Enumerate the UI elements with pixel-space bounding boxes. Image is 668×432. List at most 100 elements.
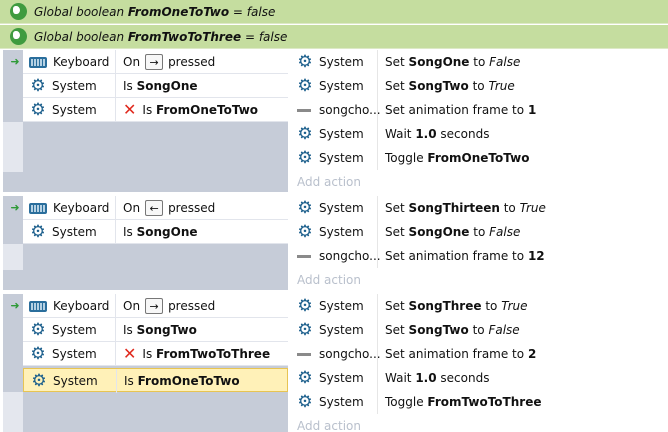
action-variable: SongThree (408, 299, 482, 313)
action-row[interactable]: songcho... Set animation frame to 2 (290, 342, 668, 366)
action-row[interactable]: ⚙ System Wait 1.0 seconds (290, 366, 668, 390)
condition-variable: SongOne (136, 79, 198, 93)
condition-text: pressed (168, 201, 216, 215)
global-var-name: FromOneToTwo (127, 4, 230, 19)
action-value: 1 (527, 103, 537, 117)
gear-icon: ⚙ (297, 320, 313, 340)
condition-text: On (123, 299, 141, 313)
add-action-link[interactable]: Add action (290, 268, 668, 292)
action-text: to (472, 323, 485, 337)
gear-icon: ⚙ (297, 76, 313, 96)
sprite-icon (297, 352, 311, 356)
action-row[interactable]: songcho... Set animation frame to 1 (290, 98, 668, 122)
condition-row-selected[interactable]: ⚙ System Is FromOneToTwo (23, 368, 288, 393)
condition-object: System (52, 225, 97, 239)
condition-row[interactable]: Keyboard On → pressed (23, 50, 288, 74)
action-row[interactable]: ⚙ System Toggle FromTwoToThree (290, 390, 668, 414)
action-object: System (319, 151, 364, 165)
action-row[interactable]: ⚙ System Set SongThirteen to True (290, 196, 668, 220)
action-object: songcho... (319, 347, 381, 361)
add-action-link[interactable]: Add action (290, 170, 668, 194)
action-row[interactable]: ⚙ System Set SongTwo to True (290, 74, 668, 98)
gear-icon: ⚙ (30, 222, 46, 242)
action-text: seconds (440, 127, 490, 141)
condition-text: Is (142, 347, 153, 361)
gear-icon: ⚙ (30, 344, 46, 364)
condition-variable: FromTwoToThree (156, 347, 271, 361)
action-variable: FromTwoToThree (427, 395, 542, 409)
gear-icon: ⚙ (297, 392, 313, 412)
condition-row[interactable]: ⚙ System Is SongOne (23, 220, 288, 244)
condition-object: System (53, 374, 98, 388)
action-text: Set (385, 79, 405, 93)
globe-icon (10, 3, 27, 20)
action-text: Set animation frame to (385, 103, 525, 117)
keyboard-icon (29, 202, 47, 214)
action-text: Set (385, 201, 405, 215)
action-row[interactable]: ⚙ System Set SongTwo to False (290, 318, 668, 342)
event-block[interactable]: ➜ Keyboard On ← pressed ⚙ System Is SongOne… (0, 196, 668, 290)
condition-row[interactable]: Keyboard On → pressed (23, 294, 288, 318)
condition-row[interactable]: ⚙ System ✕ Is FromTwoToThree (23, 342, 288, 366)
event-block[interactable]: ➜ Keyboard On → pressed ⚙ System Is SongTwo… (0, 294, 668, 432)
condition-row[interactable]: Keyboard On ← pressed (23, 196, 288, 220)
condition-variable: FromOneToTwo (156, 103, 259, 117)
action-text: to (473, 225, 486, 239)
event-margin (3, 244, 23, 270)
action-value: 1.0 (415, 371, 437, 385)
action-object: System (319, 299, 364, 313)
keyboard-icon (29, 300, 47, 312)
action-text: to (485, 299, 498, 313)
gear-icon: ⚙ (31, 371, 47, 391)
action-object: System (319, 127, 364, 141)
condition-row[interactable]: ⚙ System ✕ Is FromOneToTwo (23, 98, 288, 122)
action-text: Toggle (385, 151, 424, 165)
action-text: Set animation frame to (385, 249, 525, 263)
action-row[interactable]: ⚙ System Wait 1.0 seconds (290, 122, 668, 146)
condition-row[interactable]: ⚙ System Is SongOne (23, 74, 288, 98)
action-value: True (488, 79, 515, 93)
action-object: System (319, 79, 364, 93)
condition-text: Is (123, 225, 133, 239)
action-variable: SongTwo (408, 79, 469, 93)
key-arrow: → (145, 298, 164, 314)
action-text: Set (385, 225, 405, 239)
action-text: Set (385, 55, 405, 69)
gear-icon: ⚙ (297, 296, 313, 316)
action-object: System (319, 225, 364, 239)
condition-row[interactable]: ⚙ System Is SongTwo (23, 318, 288, 342)
action-row[interactable]: ⚙ System Toggle FromOneToTwo (290, 146, 668, 170)
condition-object: Keyboard (53, 201, 110, 215)
action-variable: FromOneToTwo (427, 151, 530, 165)
invert-x-icon: ✕ (123, 344, 137, 363)
condition-text: On (123, 55, 141, 69)
action-row[interactable]: songcho... Set animation frame to 12 (290, 244, 668, 268)
action-object: System (319, 323, 364, 337)
action-text: to (473, 55, 486, 69)
action-row[interactable]: ⚙ System Set SongOne to False (290, 50, 668, 74)
action-row[interactable]: ⚙ System Set SongOne to False (290, 220, 668, 244)
action-text: seconds (440, 371, 490, 385)
action-text: to (472, 79, 485, 93)
gear-icon: ⚙ (297, 52, 313, 72)
condition-text: Is (123, 79, 133, 93)
add-action-link[interactable]: Add action (290, 414, 668, 432)
condition-object: System (52, 79, 97, 93)
global-variable-row[interactable]: Global boolean FromOneToTwo = false (0, 0, 668, 24)
condition-text: Is (124, 374, 134, 388)
action-value: True (501, 299, 528, 313)
key-arrow: ← (145, 200, 164, 216)
gear-icon: ⚙ (297, 222, 313, 242)
gear-icon: ⚙ (30, 76, 46, 96)
event-block[interactable]: ➜ Keyboard On → pressed ⚙ System Is SongOne… (0, 50, 668, 192)
action-text: Set (385, 323, 405, 337)
action-text: Toggle (385, 395, 424, 409)
gear-icon: ⚙ (297, 198, 313, 218)
action-row[interactable]: ⚙ System Set SongThree to True (290, 294, 668, 318)
key-arrow: → (145, 54, 164, 70)
condition-object: System (52, 347, 97, 361)
global-variable-row[interactable]: Global boolean FromTwoToThree = false (0, 25, 668, 49)
global-var-value: = false (232, 4, 276, 19)
action-object: songcho... (319, 249, 381, 263)
invert-x-icon: ✕ (123, 100, 137, 119)
